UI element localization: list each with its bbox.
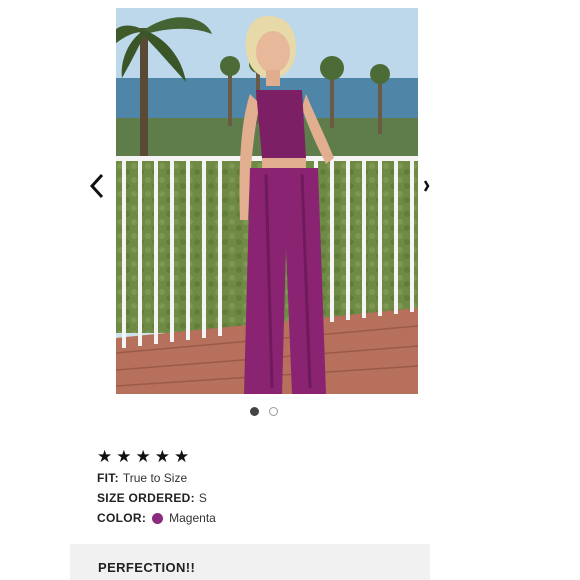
chevron-left-icon	[90, 173, 104, 199]
fit-value: True to Size	[122, 471, 188, 485]
carousel-prev-button[interactable]	[86, 172, 108, 200]
star-icon: ★	[135, 447, 151, 466]
star-icon: ★	[116, 447, 132, 466]
color-row: COLOR: Magenta	[97, 510, 427, 526]
review-comment-box: PERFECTION!!	[70, 544, 430, 580]
color-label: COLOR:	[97, 511, 147, 525]
review-details: ★ ★ ★ ★ ★ FIT: True to Size SIZE ORDERED…	[97, 448, 427, 526]
fit-row: FIT: True to Size	[97, 470, 427, 486]
star-icon: ★	[97, 447, 113, 466]
star-icon: ★	[174, 447, 190, 466]
photo-illustration	[116, 8, 418, 394]
carousel-dot-2[interactable]	[269, 407, 278, 416]
star-rating: ★ ★ ★ ★ ★	[97, 448, 427, 466]
size-label: SIZE ORDERED:	[97, 491, 195, 505]
color-value: Magenta	[169, 511, 216, 525]
fit-label: FIT:	[97, 471, 119, 485]
size-row: SIZE ORDERED: S	[97, 490, 427, 506]
carousel-next-button[interactable]	[420, 172, 434, 200]
star-icon: ★	[154, 447, 170, 466]
size-value: S	[198, 491, 207, 505]
product-photo[interactable]	[116, 8, 418, 394]
carousel-dot-1[interactable]	[250, 407, 259, 416]
review-title: PERFECTION!!	[98, 560, 196, 575]
color-swatch	[152, 512, 164, 524]
carousel-pagination	[250, 407, 278, 416]
chevron-right-icon	[424, 180, 430, 192]
